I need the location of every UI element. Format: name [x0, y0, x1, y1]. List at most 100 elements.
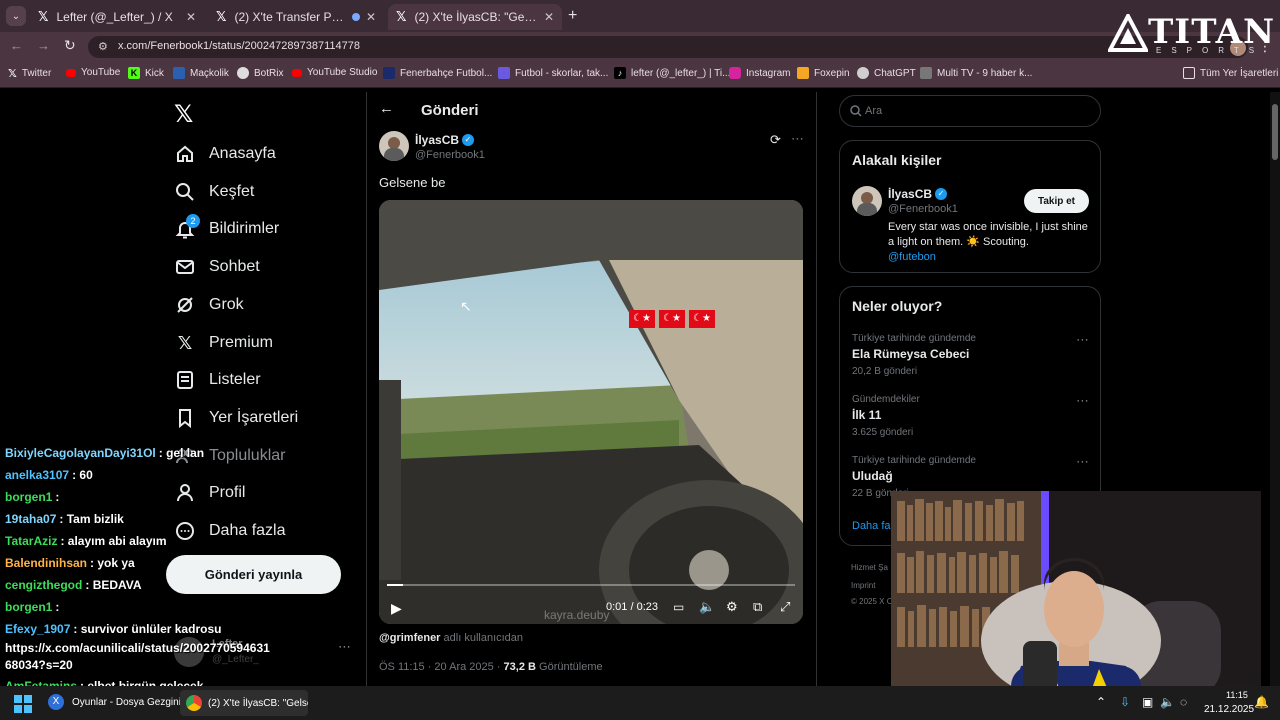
bookmark-mackolik[interactable]: Maçkolik: [173, 67, 229, 79]
tab-close-icon[interactable]: ✕: [366, 10, 376, 24]
nav-notifications[interactable]: 2 Bildirimler: [174, 214, 279, 240]
x-home-logo[interactable]: 𝕏: [174, 100, 193, 128]
bookmark-futbol[interactable]: Futbol - skorlar, tak...: [498, 67, 608, 79]
tray-download-icon[interactable]: ⇩: [1120, 695, 1130, 709]
bookmark-foxepin[interactable]: Foxepin: [797, 67, 850, 79]
nav-profile[interactable]: Profil: [174, 482, 245, 504]
settings-icon[interactable]: ⚙: [726, 599, 738, 615]
captions-icon[interactable]: ▭: [673, 600, 684, 614]
footer-imprint[interactable]: Imprint: [851, 581, 875, 590]
tab-lefter[interactable]: 𝕏 Lefter (@_Lefter_) / X ✕: [30, 4, 204, 30]
play-icon[interactable]: ▶: [391, 600, 402, 617]
tab-search-button[interactable]: ⌄: [6, 6, 26, 26]
turkish-flag-2: ☾★: [659, 310, 685, 328]
chat-username[interactable]: anelka3107: [5, 468, 69, 482]
bookmark-tiktok[interactable]: ♪ lefter (@_lefter_) | Ti...: [614, 67, 730, 79]
post-button[interactable]: Gönderi yayınla: [166, 555, 341, 594]
taskbar-chrome[interactable]: (2) X'te İlyasCB: "Gelsen: [180, 690, 308, 716]
author-name-row[interactable]: İlyasCB ✓: [415, 133, 475, 147]
trend-more-icon[interactable]: ⋯: [1076, 454, 1090, 470]
tab-ilyascb[interactable]: 𝕏 (2) X'te İlyasCB: "Gelsene be htt ✕: [388, 4, 562, 30]
nav-grok[interactable]: Grok: [174, 294, 244, 316]
forward-button[interactable]: →: [37, 38, 50, 53]
chat-username[interactable]: borgen1: [5, 600, 52, 614]
trend-item[interactable]: Gündemdekiler İlk 11 3.625 gönderi: [852, 394, 1092, 438]
kick-icon: K: [128, 67, 140, 79]
chat-message: BixiyleCagolayanDayi31Ol: gel lan: [5, 446, 204, 460]
envelope-icon: [174, 256, 196, 278]
tray-network-icon[interactable]: ▣: [1142, 695, 1153, 709]
nav-lists[interactable]: Listeler: [174, 369, 261, 391]
tray-volume-icon[interactable]: 🔈: [1160, 695, 1175, 709]
follow-button[interactable]: Takip et: [1024, 189, 1089, 213]
tray-chevron-icon[interactable]: ⌃: [1096, 695, 1106, 709]
bookmark-fenerbahce[interactable]: Fenerbahçe Futbol...: [383, 67, 492, 79]
trend-item[interactable]: Türkiye tarihinde gündemde Ela Rümeysa C…: [852, 333, 1092, 377]
video-player[interactable]: ☾★ ☾★ ☾★ kayra.deuby ▶ 0:01 / 0:23 ▭ 🔈 ⚙…: [379, 200, 803, 624]
bookmark-instagram[interactable]: Instagram: [729, 67, 790, 79]
chat-username[interactable]: BixiyleCagolayanDayi31Ol: [5, 446, 156, 460]
bookmark-youtube[interactable]: YouTube: [66, 67, 120, 78]
address-bar[interactable]: ⚙ x.com/Fenerbook1/status/20024728973871…: [88, 36, 1248, 58]
trend-more-icon[interactable]: ⋯: [1076, 393, 1090, 409]
fullscreen-icon[interactable]: ⤢: [780, 599, 790, 615]
author-avatar[interactable]: [379, 131, 409, 161]
show-more-link[interactable]: Daha fa: [852, 520, 891, 532]
all-bookmarks-folder[interactable]: Tüm Yer İşaretleri: [1183, 67, 1278, 79]
related-avatar[interactable]: [852, 186, 882, 216]
chat-username[interactable]: TatarAziz: [5, 534, 57, 548]
reload-button[interactable]: ↻: [64, 37, 76, 54]
trend-more-icon[interactable]: ⋯: [1076, 332, 1090, 348]
nav-home[interactable]: Anasayfa: [174, 143, 276, 165]
back-arrow-icon[interactable]: ←: [379, 100, 394, 117]
post-text: Gelsene be: [379, 175, 446, 190]
bookmark-multitv[interactable]: Multi TV - 9 haber k...: [920, 67, 1032, 79]
nav-premium[interactable]: 𝕏 Premium: [174, 332, 273, 354]
search-box[interactable]: Ara: [839, 95, 1101, 127]
tab-close-icon[interactable]: ✕: [186, 10, 196, 24]
bookmark-twitter[interactable]: 𝕏 Twitter: [8, 67, 51, 80]
tab-transfer[interactable]: 𝕏 (2) X'te Transfer Postası: " ✕: [208, 4, 384, 30]
nav-chat[interactable]: Sohbet: [174, 256, 260, 278]
scrollbar-thumb[interactable]: [1272, 104, 1278, 160]
nav-more[interactable]: Daha fazla: [174, 520, 286, 542]
related-name-row[interactable]: İlyasCB ✓: [888, 187, 948, 201]
pip-icon[interactable]: ⧉: [753, 599, 762, 615]
turkish-flag-1: ☾★: [629, 310, 655, 328]
tab-close-icon[interactable]: ✕: [544, 10, 554, 24]
bookmark-youtube-studio[interactable]: YouTube Studio: [292, 67, 377, 78]
footer-terms[interactable]: Hizmet Şa: [851, 563, 888, 572]
back-button[interactable]: ←: [10, 38, 23, 53]
video-watermark: kayra.deuby: [544, 608, 610, 622]
nav-explore[interactable]: Keşfet: [174, 181, 254, 203]
grok-analyze-icon[interactable]: ⟳: [770, 132, 781, 148]
post-timestamp[interactable]: ÖS 11:15 · 20 Ara 2025 ·: [379, 661, 500, 673]
page-scrollbar[interactable]: [1270, 92, 1280, 686]
tab-title: (2) X'te İlyasCB: "Gelsene be htt: [414, 10, 537, 24]
volume-icon[interactable]: 🔈: [699, 599, 715, 615]
notification-center-icon[interactable]: 🔔: [1254, 695, 1269, 709]
windows-start-icon[interactable]: [14, 695, 32, 713]
chat-username[interactable]: 19taha07: [5, 512, 56, 526]
taskbar-file-explorer[interactable]: X Oyunlar - Dosya Gezgini: [48, 694, 181, 710]
chat-message: https://x.com/acunilicali/status/2002770…: [5, 640, 285, 674]
new-tab-button[interactable]: +: [568, 7, 577, 25]
bookmark-botrix[interactable]: BotRix: [237, 67, 283, 79]
chat-username[interactable]: borgen1: [5, 490, 52, 504]
chat-username[interactable]: cengizthegod: [5, 578, 82, 592]
video-progress-track[interactable]: [387, 584, 795, 586]
chat-username[interactable]: Efexy_1907: [5, 622, 70, 636]
chat-username[interactable]: Balendinihsan: [5, 556, 87, 570]
bookmarks-bar: 𝕏 Twitter YouTube K Kick Maçkolik BotRix Y…: [0, 62, 1280, 88]
list-icon: [174, 369, 196, 391]
credit-user-link[interactable]: @grimfener: [379, 632, 440, 644]
account-more-icon[interactable]: ⋯: [338, 639, 351, 655]
youtube-studio-icon: [292, 68, 302, 77]
post-more-icon[interactable]: ⋯: [791, 131, 804, 147]
nav-bookmarks[interactable]: Yer İşaretleri: [174, 407, 298, 429]
related-link[interactable]: @futebon: [888, 251, 936, 263]
bookmark-chatgpt[interactable]: ChatGPT: [857, 67, 916, 79]
site-info-icon[interactable]: ⚙: [98, 40, 108, 53]
tray-misc-icon[interactable]: ◌: [1180, 695, 1187, 709]
bookmark-kick[interactable]: K Kick: [128, 67, 164, 79]
